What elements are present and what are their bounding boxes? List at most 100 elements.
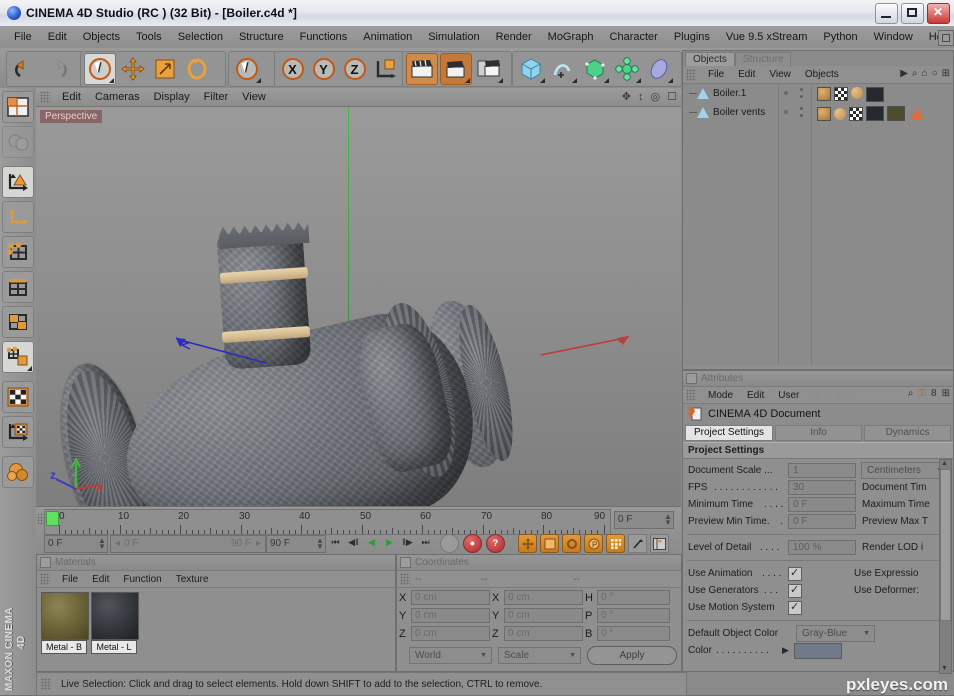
nav-up-icon[interactable]: ◇ [824, 390, 831, 401]
coordinate-system-dropdown[interactable]: World [409, 647, 492, 664]
coord-rot-field-h[interactable]: 0 ° [597, 590, 670, 605]
materials-menu-file[interactable]: File [55, 574, 85, 585]
live-selection-icon[interactable] [84, 53, 116, 85]
dolly-view-icon[interactable]: ↕ [638, 91, 644, 103]
input-minimum-time[interactable]: 0 F [788, 497, 856, 512]
texture-axis-mode-icon[interactable] [2, 416, 34, 448]
live-selection-active-icon[interactable] [232, 54, 262, 84]
nav-back-icon[interactable]: ◀ [812, 390, 819, 401]
model-mode-icon[interactable] [2, 126, 34, 158]
more-arrow-icon[interactable]: ▶ [900, 68, 908, 79]
attributes-menu-user[interactable]: User [771, 390, 806, 401]
timeline-playhead[interactable] [46, 511, 59, 526]
checkbox-use-motion-system[interactable] [788, 600, 802, 615]
texture-mode-icon[interactable] [2, 381, 34, 413]
go-to-start-button[interactable]: ⏮ [328, 535, 343, 550]
panel-grip-icon[interactable] [686, 68, 696, 81]
scrollbar-thumb[interactable] [940, 469, 951, 621]
attributes-scrollbar[interactable]: ▲ ▼ [939, 459, 952, 674]
selection-tag-icon[interactable] [910, 107, 924, 120]
step-forward-button[interactable]: ‖▶ [400, 535, 415, 550]
panel-toggle-icon[interactable] [686, 373, 697, 384]
current-frame-field[interactable]: 0 F ▲ ▼ [44, 535, 108, 553]
tab-structure[interactable]: Structure [734, 52, 792, 66]
materials-menu-function[interactable]: Function [116, 574, 168, 585]
menu-tools[interactable]: Tools [128, 29, 170, 45]
table-row[interactable]: Boiler vents [683, 103, 953, 122]
timeline-icon[interactable] [650, 534, 669, 553]
input-document-scale[interactable]: 1 [788, 463, 856, 478]
panel-toggle-icon[interactable] [400, 557, 411, 568]
objects-menu-edit[interactable]: Edit [731, 69, 762, 80]
menu-plugins[interactable]: Plugins [666, 29, 718, 45]
menu-selection[interactable]: Selection [170, 29, 231, 45]
x-axis-handle-icon[interactable] [541, 335, 631, 357]
key-rotation-icon[interactable] [562, 534, 581, 553]
dropdown-default-object-color[interactable]: Gray-Blue [796, 625, 875, 642]
objects-menu-file[interactable]: File [701, 69, 731, 80]
objects-menu-objects[interactable]: Objects [798, 69, 846, 80]
key-parameter-icon[interactable]: P [584, 534, 603, 553]
scroll-up-icon[interactable]: ▲ [940, 460, 949, 468]
lock-y-axis-icon[interactable]: Y [309, 54, 338, 84]
menu-python[interactable]: Python [815, 29, 865, 45]
tab-project-settings[interactable]: Project Settings [685, 425, 774, 441]
render-view-icon[interactable] [406, 53, 438, 85]
checker-tag-icon[interactable] [834, 87, 848, 101]
menu-functions[interactable]: Functions [292, 29, 356, 45]
material-swatch[interactable] [41, 592, 89, 640]
menu-mograph[interactable]: MoGraph [540, 29, 602, 45]
menu-render[interactable]: Render [488, 29, 540, 45]
autokeying-icon[interactable] [440, 534, 459, 553]
minimize-button[interactable] [875, 3, 898, 24]
checkbox-use-animation[interactable] [788, 566, 802, 581]
spline-pen-icon[interactable] [548, 54, 578, 84]
play-reverse-button[interactable]: ◀ [364, 535, 379, 550]
texture-axis-icon[interactable] [2, 201, 34, 233]
play-forward-button[interactable]: ▶ [382, 535, 397, 550]
render-settings-icon[interactable] [474, 54, 504, 84]
redo-icon[interactable] [42, 54, 72, 84]
world-object-coords-icon[interactable] [371, 54, 400, 84]
dark-swatch-tag[interactable] [866, 106, 884, 121]
menu-file[interactable]: File [6, 29, 40, 45]
go-to-end-button[interactable]: ⏭ [418, 535, 433, 550]
object-name[interactable]: Boiler vents [713, 107, 765, 118]
coord-pos-field-x[interactable]: 0 cm [411, 590, 490, 605]
pan-view-icon[interactable]: ✥ [622, 90, 631, 103]
menu-window[interactable]: Window [866, 29, 921, 45]
close-button[interactable]: ✕ [927, 3, 950, 24]
tab-dynamics[interactable]: Dynamics [864, 425, 952, 441]
coord-size-field-y[interactable]: 0 cm [504, 608, 583, 623]
animation-mode-icon[interactable] [628, 534, 647, 553]
materials-menu-edit[interactable]: Edit [85, 574, 116, 585]
material-item[interactable]: Metal - B [41, 592, 89, 654]
undo-icon[interactable] [10, 54, 40, 84]
key-scale-icon[interactable] [540, 534, 559, 553]
panel-grip-icon[interactable] [40, 91, 50, 103]
coord-size-field-x[interactable]: 0 cm [504, 590, 583, 605]
dropdown-document-units[interactable]: Centimeters [861, 462, 948, 479]
input-fps[interactable]: 30 [788, 480, 856, 495]
point-mode-icon[interactable] [2, 236, 34, 268]
timeline-ruler[interactable]: 0 10 20 30 40 50 60 70 80 90 [44, 509, 611, 535]
viewport-menu-view[interactable]: View [235, 90, 273, 104]
apply-button[interactable]: Apply [587, 646, 677, 665]
menu-objects[interactable]: Objects [75, 29, 128, 45]
menu-structure[interactable]: Structure [231, 29, 292, 45]
rotate-icon[interactable] [182, 54, 212, 84]
expand-arrow-icon[interactable]: ▶ [782, 645, 789, 656]
layout-grid-icon[interactable] [938, 30, 954, 46]
coord-pos-field-y[interactable]: 0 cm [411, 608, 490, 623]
visibility-dot-editor[interactable] [784, 110, 788, 114]
texture-tag-icon[interactable] [817, 87, 831, 101]
polygon-object-icon[interactable] [697, 88, 709, 99]
add-panel-icon[interactable]: ⊞ [942, 388, 950, 399]
range-right-arrow-icon[interactable]: ▸ [256, 537, 261, 551]
tab-info[interactable]: Info [775, 425, 863, 441]
lock-x-axis-icon[interactable]: X [278, 54, 307, 84]
menu-vue-xstream[interactable]: Vue 9.5 xStream [718, 29, 816, 45]
material-swatch[interactable] [91, 592, 139, 640]
record-active-objects-button[interactable]: ● [463, 534, 482, 553]
status-grip-icon[interactable] [41, 678, 51, 690]
